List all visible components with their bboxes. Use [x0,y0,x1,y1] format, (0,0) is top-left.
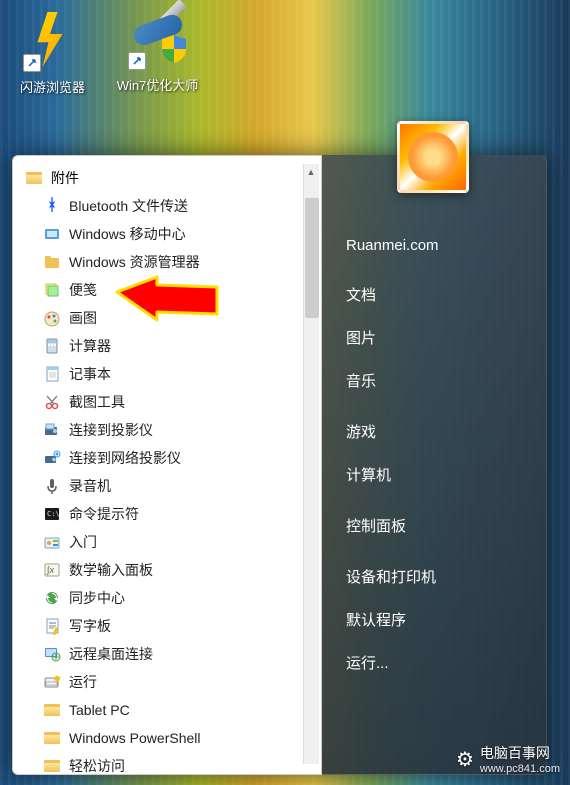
getstarted-icon [43,533,61,551]
menu-item-snip[interactable]: 截图工具 [13,388,321,416]
menu-item-label: Tablet PC [69,702,130,718]
menu-item-label: 记事本 [69,364,111,384]
paint-icon [43,309,61,327]
menu-item-label: 数学输入面板 [69,560,153,580]
projector-icon [43,421,61,439]
folder-header-accessories[interactable]: 附件 [13,164,321,192]
menu-item-label: 写字板 [69,616,111,636]
menu-item-label: 连接到网络投影仪 [69,448,181,468]
menu-item-label: Windows 资源管理器 [69,252,200,272]
user-picture[interactable] [397,121,469,193]
svg-text:∫x: ∫x [46,565,54,575]
menu-item-recorder[interactable]: 录音机 [13,472,321,500]
watermark-logo-icon: ⚙ [456,747,474,772]
menu-item-label: 命令提示符 [69,504,139,524]
sticky-icon [43,281,61,299]
start-menu-right-panel: Ruanmei.com 文档图片音乐游戏计算机控制面板设备和打印机默认程序运行.… [322,155,547,775]
desktop-icons-area: 闪游浏览器 Win7优化大师 [10,10,200,96]
menu-item-label: Windows 移动中心 [69,224,186,244]
cmd-icon: C:\ [43,505,61,523]
menu-item-label: 轻松访问 [69,756,125,776]
watermark-url: www.pc841.com [480,763,560,775]
notepad-icon [43,365,61,383]
menu-item-getstarted[interactable]: 入门 [13,528,321,556]
run-icon [43,673,61,691]
scroll-thumb[interactable] [305,198,319,318]
shortcut-arrow-icon [23,54,41,72]
right-panel-item[interactable]: 运行... [322,641,546,684]
desktop-icon-label: 闪游浏览器 [10,77,95,96]
watermark-title: 电脑百事网 [480,743,560,763]
menu-item-label: 录音机 [69,476,111,496]
menu-item-bluetooth[interactable]: ᚼ Bluetooth 文件传送 [13,192,321,220]
recorder-icon [43,477,61,495]
menu-item-netprojector[interactable]: 连接到网络投影仪 [13,444,321,472]
menu-item-label: 远程桌面连接 [69,644,153,664]
menu-item-paint[interactable]: 画图 [13,304,321,332]
menu-item-label: 计算器 [69,336,111,356]
menu-item-label: 便笺 [69,280,97,300]
menu-item-folder[interactable]: Windows PowerShell [13,724,321,752]
menu-item-explorer[interactable]: Windows 资源管理器 [13,248,321,276]
menu-item-label: 运行 [69,672,97,692]
menu-item-notepad[interactable]: 记事本 [13,360,321,388]
right-panel-item[interactable]: 文档 [322,273,546,316]
right-panel-item[interactable]: 游戏 [322,410,546,453]
right-panel-item[interactable]: 默认程序 [322,598,546,641]
menu-item-label: Bluetooth 文件传送 [69,196,188,216]
right-panel-item[interactable]: 设备和打印机 [322,555,546,598]
start-menu: 附件 ᚼ Bluetooth 文件传送 Windows 移动中心 Windows 资源… [12,155,547,775]
menu-item-folder[interactable]: Tablet PC [13,696,321,724]
menu-item-projector[interactable]: 连接到投影仪 [13,416,321,444]
snip-icon [43,393,61,411]
right-panel-item[interactable]: 计算机 [322,453,546,496]
right-panel-item[interactable]: 控制面板 [322,504,546,547]
scrollbar[interactable]: ▲ [303,164,319,764]
menu-item-wordpad[interactable]: 写字板 [13,612,321,640]
folder-icon [43,757,61,775]
rdp-icon [43,645,61,663]
start-menu-programs-panel: 附件 ᚼ Bluetooth 文件传送 Windows 移动中心 Windows 资源… [12,155,322,775]
scroll-up-arrow-icon[interactable]: ▲ [304,164,318,180]
menu-item-label: 同步中心 [69,588,125,608]
shortcut-arrow-icon [128,52,146,70]
username-link[interactable]: Ruanmei.com [322,226,546,265]
desktop-icon-label: Win7优化大师 [115,75,200,94]
menu-item-label: 截图工具 [69,392,125,412]
menu-item-label: 入门 [69,532,97,552]
menu-item-cmd[interactable]: C:\ 命令提示符 [13,500,321,528]
bluetooth-icon: ᚼ [43,197,61,215]
right-panel-item[interactable]: 图片 [322,316,546,359]
right-panel-item[interactable]: 音乐 [322,359,546,402]
sync-icon [43,589,61,607]
menu-item-label: 连接到投影仪 [69,420,153,440]
folder-label: 附件 [51,168,79,188]
explorer-icon [43,253,61,271]
mobility-icon [43,225,61,243]
menu-item-calc[interactable]: 计算器 [13,332,321,360]
menu-item-label: 画图 [69,308,97,328]
desktop-icon-shanyou[interactable]: 闪游浏览器 [10,10,95,96]
folder-icon [43,701,61,719]
menu-item-sticky[interactable]: 便笺 [13,276,321,304]
calc-icon [43,337,61,355]
wordpad-icon [43,617,61,635]
watermark: ⚙ 电脑百事网 www.pc841.com [456,743,560,775]
folder-icon [25,169,43,187]
menu-item-mobility[interactable]: Windows 移动中心 [13,220,321,248]
menu-item-rdp[interactable]: 远程桌面连接 [13,640,321,668]
folder-icon [43,729,61,747]
menu-item-run[interactable]: 运行 [13,668,321,696]
menu-item-folder[interactable]: 轻松访问 [13,752,321,780]
math-icon: ∫x [43,561,61,579]
netprojector-icon [43,449,61,467]
menu-item-math[interactable]: ∫x 数学输入面板 [13,556,321,584]
desktop-icon-win7master[interactable]: Win7优化大师 [115,10,200,96]
menu-item-sync[interactable]: 同步中心 [13,584,321,612]
svg-text:C:\: C:\ [47,510,60,518]
menu-item-label: Windows PowerShell [69,730,201,746]
